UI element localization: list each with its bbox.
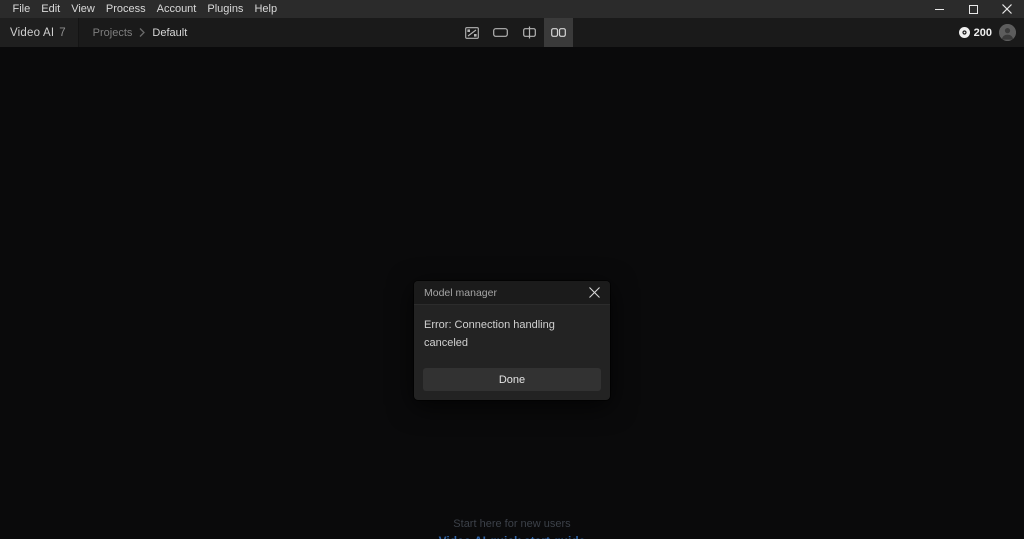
close-icon [588, 287, 600, 298]
minimize-button[interactable] [922, 0, 956, 18]
view-mode-toolbar [457, 18, 573, 47]
model-manager-dialog: Model manager Error: Connection handling… [414, 281, 610, 400]
new-user-hint: Start here for new users [453, 518, 571, 530]
minimize-icon [934, 8, 944, 10]
credits-amount: 200 [973, 26, 992, 39]
quick-start-guide-link[interactable]: Video AI quick start guide [0, 534, 1024, 539]
view-mode-split-button[interactable] [515, 18, 544, 47]
breadcrumb-default: Default [152, 26, 188, 39]
split-view-icon [523, 26, 536, 39]
app-name: Video AI [10, 26, 55, 39]
menu-edit[interactable]: Edit [36, 0, 66, 18]
menu-file[interactable]: File [7, 0, 36, 18]
main-canvas: Model manager Error: Connection handling… [0, 47, 1024, 539]
error-message: Error: Connection handling canceled [424, 319, 555, 349]
breadcrumb: Projects Default [93, 27, 188, 39]
view-mode-single-button[interactable] [486, 18, 515, 47]
fit-preview-icon [464, 26, 479, 39]
header-right-cluster: 200 [958, 18, 1016, 47]
done-button[interactable]: Done [423, 368, 601, 391]
menu-process[interactable]: Process [100, 0, 151, 18]
breadcrumb-projects[interactable]: Projects [93, 27, 133, 39]
window-titlebar: File Edit View Process Account Plugins H… [0, 0, 1024, 18]
app-logo: Video AI 7 [0, 18, 79, 47]
maximize-button[interactable] [956, 0, 990, 18]
dialog-title: Model manager [424, 286, 497, 299]
user-avatar-icon [999, 24, 1016, 41]
coin-icon [958, 27, 970, 38]
view-mode-side-by-side-button[interactable] [544, 18, 573, 47]
maximize-icon [968, 4, 978, 14]
menu-account[interactable]: Account [151, 0, 202, 18]
app-header: Video AI 7 Projects Default 200 [0, 18, 1024, 47]
close-icon [1002, 4, 1012, 14]
menu-help[interactable]: Help [249, 0, 283, 18]
view-mode-fit-preview-button[interactable] [457, 18, 486, 47]
menu-view[interactable]: View [66, 0, 101, 18]
side-by-side-view-icon [551, 28, 566, 37]
app-version: 7 [59, 26, 66, 39]
dialog-body: Error: Connection handling canceled [414, 305, 610, 361]
single-view-icon [493, 28, 508, 37]
close-button[interactable] [990, 0, 1024, 18]
account-avatar-button[interactable] [999, 24, 1016, 41]
menu-plugins[interactable]: Plugins [202, 0, 249, 18]
chevron-right-icon [139, 28, 146, 37]
dialog-header: Model manager [414, 281, 610, 305]
dialog-close-button[interactable] [586, 285, 602, 301]
window-controls [922, 0, 1024, 18]
credits-badge[interactable]: 200 [958, 26, 992, 39]
